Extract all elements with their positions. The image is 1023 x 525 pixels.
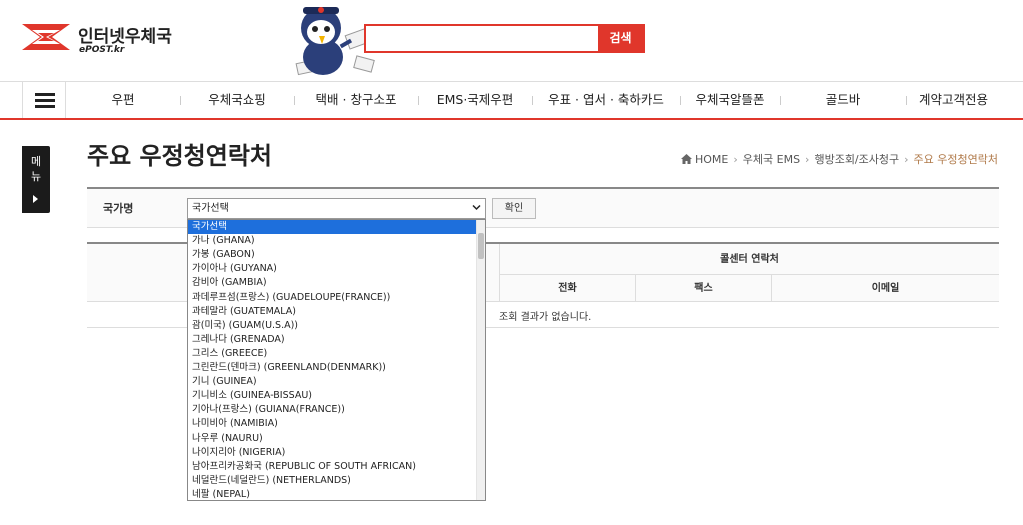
breadcrumb-current: 주요 우정청연락처 bbox=[913, 153, 998, 166]
dropdown-option[interactable]: 괌(미국) (GUAM(U.S.A)) bbox=[188, 319, 478, 333]
epost-logo[interactable]: 인터넷우체국 ePOST.kr bbox=[22, 18, 182, 58]
dropdown-option[interactable]: 가봉 (GABON) bbox=[188, 248, 478, 262]
dropdown-option[interactable]: 그레나다 (GRENADA) bbox=[188, 333, 478, 347]
column-fax: 팩스 bbox=[635, 275, 771, 302]
nav-item-ems[interactable]: EMS·국제우편 bbox=[418, 82, 532, 118]
logo-subtitle: ePOST.kr bbox=[79, 45, 125, 55]
dropdown-option[interactable]: 기니 (GUINEA) bbox=[188, 375, 478, 389]
breadcrumb-separator: › bbox=[904, 153, 909, 166]
chevron-down-icon bbox=[472, 204, 481, 211]
breadcrumb: HOME › 우체국 EMS › 행방조회/조사청구 › 주요 우정청연락처 bbox=[680, 151, 998, 167]
country-label: 국가명 bbox=[103, 202, 134, 215]
country-select-value: 국가선택 bbox=[192, 203, 229, 214]
dropdown-option[interactable]: 남아프리카공화국 (REPUBLIC OF SOUTH AFRICAN) bbox=[188, 460, 478, 474]
dropdown-option[interactable]: 네팔 (NEPAL) bbox=[188, 488, 478, 500]
dropdown-option[interactable]: 그린란드(덴마크) (GREENLAND(DENMARK)) bbox=[188, 361, 478, 375]
breadcrumb-tracking[interactable]: 행방조회/조사청구 bbox=[814, 153, 899, 166]
breadcrumb-ems[interactable]: 우체국 EMS bbox=[743, 153, 800, 166]
side-menu-tab[interactable]: 메뉴 bbox=[22, 146, 50, 213]
breadcrumb-separator: › bbox=[733, 153, 738, 166]
dropdown-option[interactable]: 그리스 (GREECE) bbox=[188, 347, 478, 361]
scrollbar-thumb[interactable] bbox=[478, 233, 484, 259]
empty-result-message: 조회 결과가 없습니다. bbox=[499, 312, 592, 323]
country-select[interactable]: 국가선택 bbox=[187, 198, 486, 219]
site-header: 인터넷우체국 ePOST.kr 검색 bbox=[0, 0, 1023, 82]
dropdown-option[interactable]: 나미비아 (NAMIBIA) bbox=[188, 417, 478, 431]
dropdown-option[interactable]: 감비아 (GAMBIA) bbox=[188, 276, 478, 290]
dropdown-option[interactable]: 과데루프섬(프랑스) (GUADELOUPE(FRANCE)) bbox=[188, 291, 478, 305]
dropdown-option[interactable]: 가나 (GHANA) bbox=[188, 234, 478, 248]
country-dropdown-list[interactable]: 국가선택 가나 (GHANA) 가봉 (GABON) 가이아나 (GUYANA)… bbox=[187, 219, 486, 501]
search-input[interactable] bbox=[366, 26, 598, 51]
column-phone: 전화 bbox=[499, 275, 635, 302]
epost-logo-icon bbox=[22, 24, 70, 50]
dropdown-option[interactable]: 기니비소 (GUINEA-BISSAU) bbox=[188, 389, 478, 403]
breadcrumb-separator: › bbox=[805, 153, 810, 166]
dropdown-option[interactable]: 기아나(프랑스) (GUIANA(FRANCE)) bbox=[188, 403, 478, 417]
dropdown-option[interactable]: 가이아나 (GUYANA) bbox=[188, 262, 478, 276]
nav-item-shopping[interactable]: 우체국쇼핑 bbox=[180, 82, 294, 118]
search-bar: 검색 bbox=[364, 24, 645, 53]
nav-item-mvno[interactable]: 우체국알뜰폰 bbox=[680, 82, 780, 118]
chevron-right-icon bbox=[33, 195, 38, 203]
dropdown-option[interactable]: 국가선택 bbox=[188, 220, 478, 235]
home-icon bbox=[680, 154, 692, 164]
dropdown-option[interactable]: 네덜란드(네덜란드) (NETHERLANDS) bbox=[188, 474, 478, 488]
nav-item-contract[interactable]: 계약고객전용 bbox=[906, 82, 1001, 118]
main-nav: 우편 우체국쇼핑 택배 · 창구소포 EMS·국제우편 우표 · 엽서 · 축하… bbox=[0, 82, 1023, 120]
nav-item-goldbar[interactable]: 골드바 bbox=[780, 82, 906, 118]
confirm-button[interactable]: 확인 bbox=[492, 198, 536, 219]
side-menu-label: 메뉴 bbox=[30, 155, 42, 183]
callcenter-header: 콜센터 연락처 bbox=[499, 244, 999, 275]
page-title: 주요 우정청연락처 bbox=[87, 142, 272, 170]
dropdown-option[interactable]: 과테말라 (GUATEMALA) bbox=[188, 305, 478, 319]
dropdown-option[interactable]: 나우루 (NAURU) bbox=[188, 432, 478, 446]
dropdown-scrollbar[interactable] bbox=[476, 220, 485, 500]
menu-icon[interactable] bbox=[22, 82, 66, 118]
nav-item-parcel[interactable]: 택배 · 창구소포 bbox=[294, 82, 418, 118]
nav-items: 우편 우체국쇼핑 택배 · 창구소포 EMS·국제우편 우표 · 엽서 · 축하… bbox=[66, 82, 1023, 118]
dropdown-option[interactable]: 나이지리아 (NIGERIA) bbox=[188, 446, 478, 460]
column-email: 이메일 bbox=[771, 275, 999, 302]
search-button[interactable]: 검색 bbox=[598, 26, 643, 51]
breadcrumb-home[interactable]: HOME bbox=[695, 153, 728, 166]
nav-item-stamps[interactable]: 우표 · 엽서 · 축하카드 bbox=[532, 82, 680, 118]
logo-title: 인터넷우체국 bbox=[78, 27, 172, 47]
nav-item-post[interactable]: 우편 bbox=[66, 82, 180, 118]
